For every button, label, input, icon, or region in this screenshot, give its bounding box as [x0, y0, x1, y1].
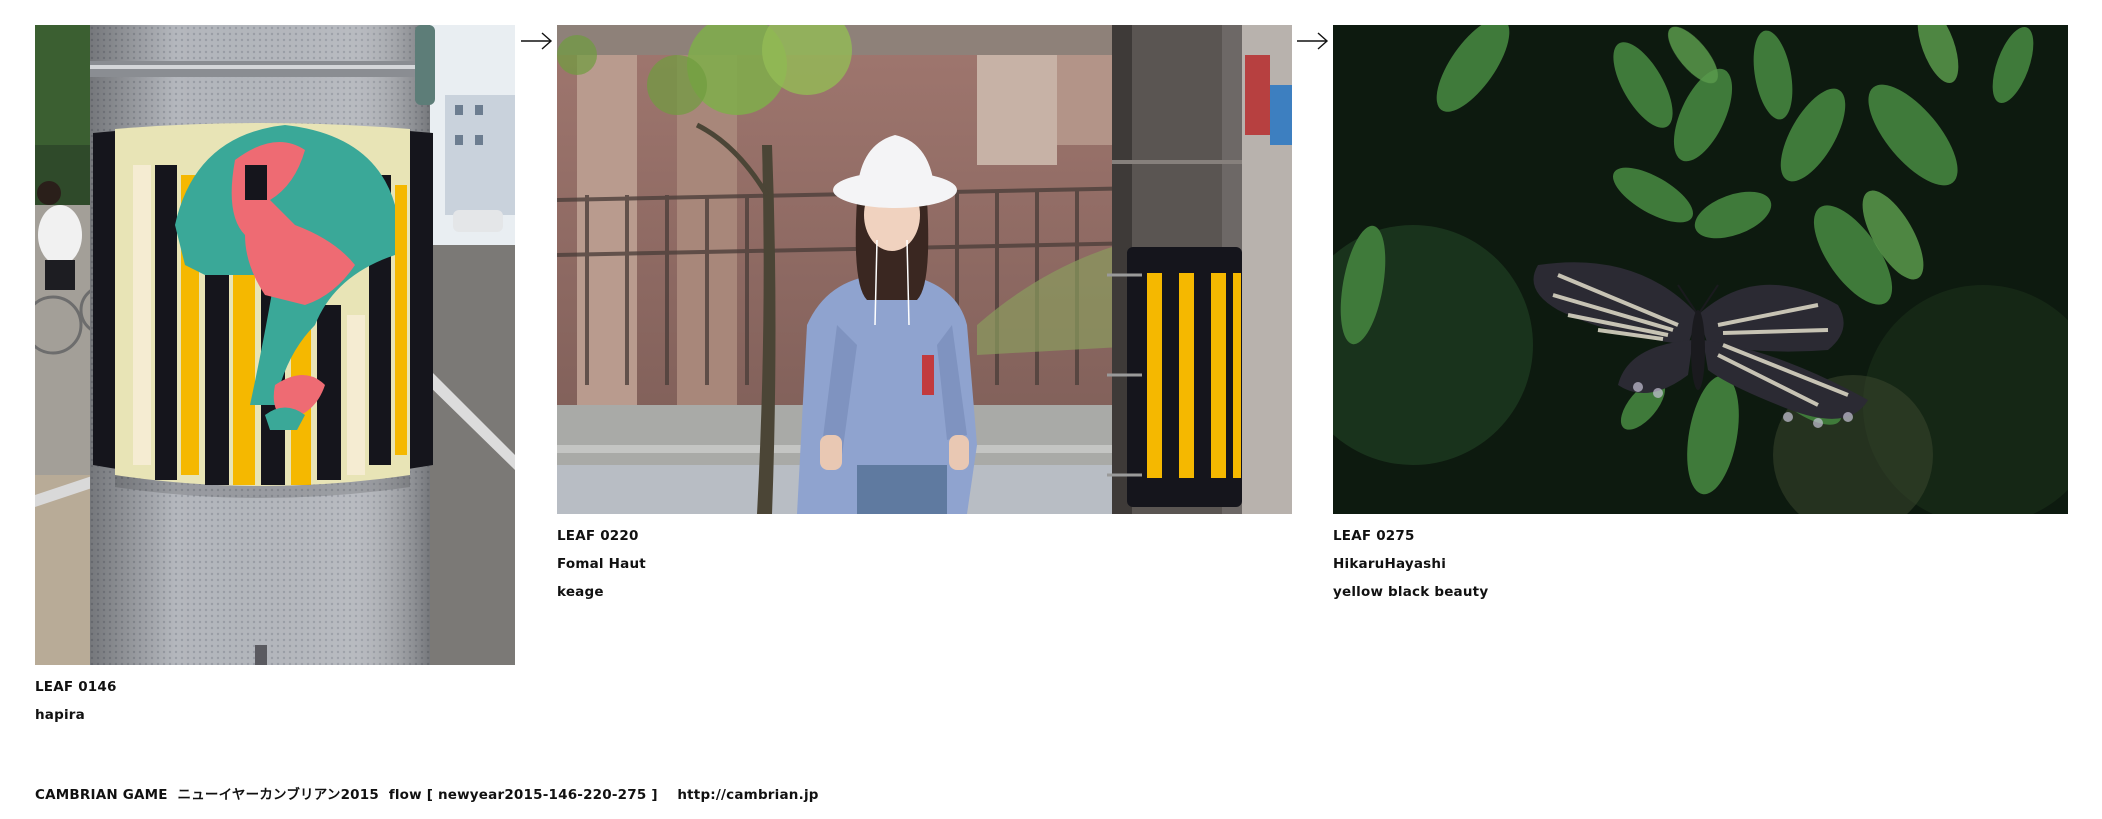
pole-sticker-image — [35, 25, 515, 665]
leaf-subtitle: yellow black beauty — [1333, 584, 1489, 600]
arrow-right-icon — [521, 32, 553, 50]
leaf-title: hapira — [35, 707, 85, 723]
photo-leaf-0146[interactable] — [35, 25, 515, 665]
leaf-code: LEAF 0146 — [35, 679, 117, 695]
caption-leaf-0146: LEAF 0146 hapira — [35, 673, 515, 729]
leaf-0275: LEAF 0275 HikaruHayashi yellow black bea… — [1333, 25, 2068, 606]
photo-leaf-0220[interactable] — [557, 25, 1292, 514]
leaf-code: LEAF 0220 — [557, 528, 639, 544]
leaf-title: Fomal Haut — [557, 556, 646, 572]
photo-leaf-0275[interactable] — [1333, 25, 2068, 514]
caption-leaf-0220: LEAF 0220 Fomal Haut keage — [557, 522, 1292, 606]
leaf-subtitle: keage — [557, 584, 604, 600]
leaf-0220: LEAF 0220 Fomal Haut keage — [557, 25, 1292, 606]
leaf-title: HikaruHayashi — [1333, 556, 1447, 572]
leaf-0146: LEAF 0146 hapira — [35, 25, 515, 729]
caption-leaf-0275: LEAF 0275 HikaruHayashi yellow black bea… — [1333, 522, 2068, 606]
butterfly-image — [1333, 25, 2068, 514]
footer-credit: CAMBRIAN GAME ニューイヤーカンブリアン2015 flow [ ne… — [35, 787, 819, 803]
woman-in-hat-image — [557, 25, 1292, 514]
leaf-code: LEAF 0275 — [1333, 528, 1415, 544]
arrow-right-icon — [1297, 32, 1329, 50]
